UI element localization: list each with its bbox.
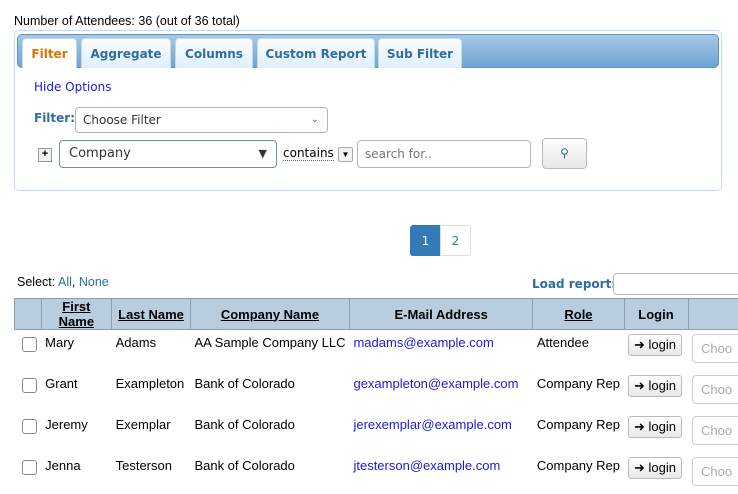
login-button[interactable]: ➜ login (628, 334, 682, 356)
last-name: Testerson (112, 453, 191, 494)
role: Company Rep (533, 453, 624, 494)
email-link[interactable]: gexampleton@example.com (353, 376, 518, 391)
last-name: Exampleton (112, 371, 191, 412)
login-label: login (649, 378, 676, 393)
header-extra (688, 299, 738, 330)
operator-dropdown-icon[interactable]: ▼ (338, 147, 353, 162)
choose-filter-select[interactable]: Choose Filter ⌄ (75, 107, 328, 133)
table-row: Jeremy Exemplar Bank of Colorado jerexem… (15, 412, 738, 453)
select-controls: Select: All, None (17, 275, 109, 289)
row-checkbox[interactable] (22, 460, 37, 475)
first-name: Jenna (41, 453, 111, 494)
header-last-name[interactable]: Last Name (118, 307, 184, 322)
tab-custom-report[interactable]: Custom Report (257, 38, 375, 68)
select-none-link[interactable]: None (79, 275, 109, 289)
add-condition-icon[interactable]: + (38, 148, 52, 162)
row-action-select[interactable]: Choo (692, 334, 738, 363)
tab-aggregate[interactable]: Aggregate (81, 38, 171, 68)
last-name: Adams (112, 330, 191, 372)
header-login: Login (638, 307, 673, 322)
page-1[interactable]: 1 (410, 225, 441, 256)
login-button[interactable]: ➜ login (628, 457, 682, 479)
row-checkbox[interactable] (22, 419, 37, 434)
company-name: Bank of Colorado (190, 412, 349, 453)
load-report-label: Load report: (532, 277, 616, 291)
row-checkbox[interactable] (22, 337, 37, 352)
login-button[interactable]: ➜ login (628, 375, 682, 397)
triangle-down-icon: ▼ (259, 141, 267, 167)
header-company-name[interactable]: Company Name (221, 307, 319, 322)
table-row: Jenna Testerson Bank of Colorado jtester… (15, 453, 738, 494)
search-icon: ⚲ (560, 146, 569, 160)
login-label: login (649, 337, 676, 352)
attendee-count: Number of Attendees: 36 (out of 36 total… (14, 14, 240, 28)
table-row: Grant Exampleton Bank of Colorado gexamp… (15, 371, 738, 412)
login-icon: ➜ (634, 460, 645, 475)
header-role[interactable]: Role (564, 307, 592, 322)
choose-filter-value: Choose Filter (83, 113, 161, 127)
login-icon: ➜ (634, 337, 645, 352)
load-report-select[interactable] (613, 273, 738, 295)
header-email: E-Mail Address (394, 307, 487, 322)
tab-filter[interactable]: Filter (22, 38, 77, 69)
role: Company Rep (533, 371, 624, 412)
tab-columns[interactable]: Columns (175, 38, 253, 68)
field-select-value: Company (69, 146, 131, 161)
first-name: Jeremy (41, 412, 111, 453)
first-name: Mary (41, 330, 111, 372)
page-2[interactable]: 2 (440, 225, 471, 256)
select-all-link[interactable]: All (58, 275, 72, 289)
email-link[interactable]: madams@example.com (353, 335, 493, 350)
login-label: login (649, 419, 676, 434)
email-link[interactable]: jtesterson@example.com (353, 458, 500, 473)
search-button[interactable]: ⚲ (542, 138, 587, 169)
role: Attendee (533, 330, 624, 372)
table-row: Mary Adams AA Sample Company LLC madams@… (15, 330, 738, 372)
row-checkbox[interactable] (22, 378, 37, 393)
company-name: Bank of Colorado (190, 453, 349, 494)
login-icon: ➜ (634, 378, 645, 393)
field-select[interactable]: Company ▼ (59, 140, 277, 168)
tab-sub-filter[interactable]: Sub Filter (378, 38, 462, 68)
login-button[interactable]: ➜ login (628, 416, 682, 438)
filter-label: Filter: (34, 111, 75, 125)
operator-label[interactable]: contains (283, 146, 334, 161)
last-name: Exemplar (112, 412, 191, 453)
search-input[interactable] (357, 140, 531, 168)
chevron-down-icon: ⌄ (311, 108, 319, 132)
first-name: Grant (41, 371, 111, 412)
company-name: AA Sample Company LLC (190, 330, 349, 372)
login-label: login (649, 460, 676, 475)
select-label: Select: (17, 275, 55, 289)
attendee-table: First Name Last Name Company Name E-Mail… (14, 298, 738, 494)
role: Company Rep (533, 412, 624, 453)
row-action-select[interactable]: Choo (692, 375, 738, 404)
header-first-name[interactable]: First Name (59, 299, 94, 329)
row-action-select[interactable]: Choo (692, 416, 738, 445)
hide-options-link[interactable]: Hide Options (34, 80, 111, 94)
email-link[interactable]: jerexemplar@example.com (353, 417, 511, 432)
company-name: Bank of Colorado (190, 371, 349, 412)
row-action-select[interactable]: Choo (692, 457, 738, 486)
login-icon: ➜ (634, 419, 645, 434)
select-column-header (15, 299, 42, 330)
